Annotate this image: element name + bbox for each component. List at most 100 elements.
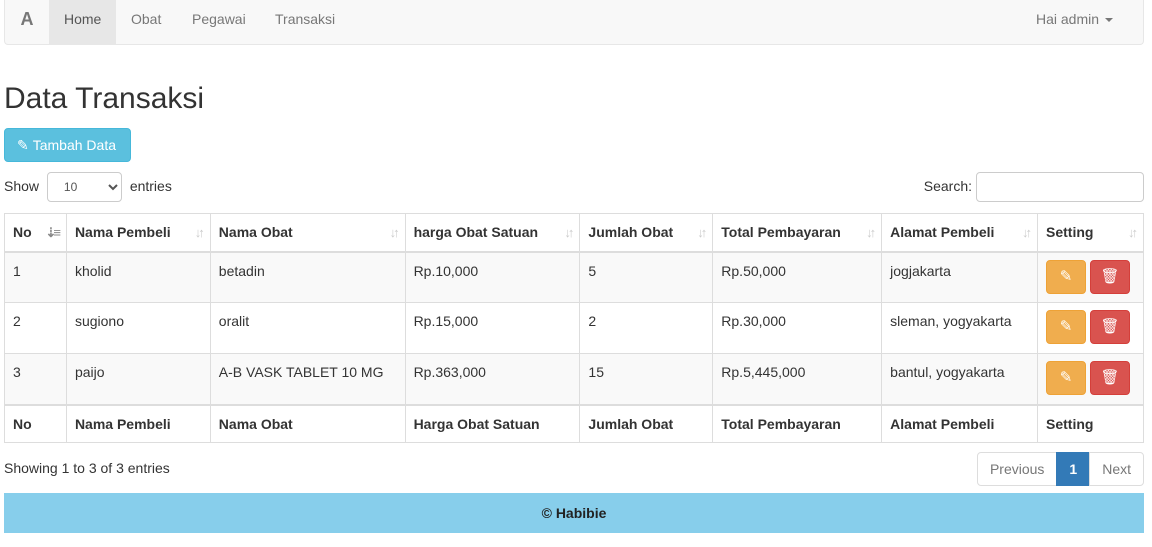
table-row: 1 kholid betadin Rp.10,000 5 Rp.50,000 j…: [4, 251, 1144, 303]
col-header-label: Alamat Pembeli: [890, 224, 995, 241]
trash-icon: 🗑: [1100, 267, 1120, 285]
col-header[interactable]: Alamat Pembeli ↓↑: [881, 213, 1039, 253]
cell-quantity: 5: [579, 251, 714, 303]
delete-button[interactable]: 🗑: [1090, 259, 1131, 294]
col-header[interactable]: Nama Pembeli ↓↑: [65, 213, 211, 253]
col-header-label: No: [13, 224, 32, 241]
trash-icon: 🗑: [1100, 318, 1120, 335]
col-header[interactable]: Jumlah Obat ↓↑: [579, 213, 714, 253]
navbar: A Home Obat Pegawai Transaksi Hai admin: [4, 0, 1144, 45]
sort-icon: ↓↑: [564, 225, 574, 240]
cell-quantity: 15: [579, 353, 714, 405]
col-header-label: harga Obat Satuan: [413, 224, 539, 241]
user-menu[interactable]: Hai admin: [1036, 0, 1113, 44]
col-footer: No: [4, 403, 67, 443]
cell-no: 2: [4, 302, 67, 354]
cell-medicine: betadin: [209, 251, 406, 303]
sort-icon: ↓↑: [194, 225, 205, 240]
col-footer: Alamat Pembeli: [881, 403, 1039, 443]
col-header-label: Nama Obat: [218, 224, 293, 241]
col-footer: Nama Obat: [209, 403, 406, 443]
nav-obat[interactable]: Obat: [116, 0, 176, 44]
cell-setting: ✎ 🗑: [1037, 302, 1144, 354]
cell-setting: ✎ 🗑: [1037, 353, 1144, 405]
cell-unit-price: Rp.10,000: [404, 251, 581, 303]
cell-total: Rp.50,000: [712, 251, 883, 303]
delete-button[interactable]: 🗑: [1090, 361, 1131, 395]
col-header[interactable]: Nama Obat ↓↑: [209, 213, 406, 253]
edit-button[interactable]: ✎: [1046, 310, 1087, 344]
col-header-label: Total Pembayaran: [721, 224, 841, 241]
search-input[interactable]: [976, 172, 1144, 202]
col-footer: Setting: [1037, 403, 1144, 443]
cell-buyer: paijo: [65, 353, 211, 405]
sort-icon: ↓↑: [697, 225, 707, 240]
col-header[interactable]: No ⇣≡: [4, 213, 67, 253]
sort-icon: ↓↑: [389, 225, 400, 240]
cell-unit-price: Rp.15,000: [404, 302, 581, 354]
col-footer: Total Pembayaran: [712, 403, 883, 443]
next-button[interactable]: Next: [1089, 452, 1144, 486]
page-button-current[interactable]: 1: [1056, 452, 1091, 486]
user-menu-label: Hai admin: [1035, 11, 1099, 27]
table-header-row: No ⇣≡ Nama Pembeli ↓↑ Nama Obat ↓↑ harga Ob…: [4, 213, 1144, 253]
sort-icon: ↓↑: [866, 225, 876, 240]
cell-buyer: kholid: [65, 251, 211, 303]
trash-icon: 🗑: [1100, 369, 1120, 386]
cell-address: jogjakarta: [881, 251, 1039, 303]
entries-length: Show 10 entries: [4, 172, 172, 202]
search-label: Search:: [923, 178, 972, 194]
col-header-label: Jumlah Obat: [588, 224, 674, 241]
col-header[interactable]: harga Obat Satuan ↓↑: [404, 213, 581, 253]
edit-button[interactable]: ✎: [1046, 361, 1087, 395]
caret-down-icon: [1105, 18, 1113, 23]
col-footer: Nama Pembeli: [65, 403, 211, 443]
edit-button[interactable]: ✎: [1046, 259, 1087, 294]
table-row: 2 sugiono oralit Rp.15,000 2 Rp.30,000 s…: [4, 302, 1144, 354]
cell-unit-price: Rp.363,000: [404, 353, 581, 405]
footer: © Habibie: [4, 493, 1144, 533]
brand-logo[interactable]: A: [5, 0, 49, 44]
pencil-icon: ✎: [1059, 369, 1073, 386]
col-header-label: Setting: [1046, 224, 1094, 241]
table-info: Showing 1 to 3 of 3 entries: [4, 460, 170, 476]
pagination: Previous 1 Next: [976, 452, 1144, 486]
add-data-label: Tambah Data: [32, 137, 117, 153]
previous-button[interactable]: Previous: [976, 452, 1058, 486]
show-label: Show: [4, 178, 40, 194]
cell-buyer: sugiono: [65, 302, 211, 354]
entries-label: entries: [129, 178, 172, 194]
search-box: Search:: [924, 172, 1144, 202]
col-footer: Jumlah Obat: [579, 403, 714, 443]
sort-icon: ↓↑: [1128, 225, 1138, 240]
pencil-icon: ✎: [1059, 267, 1073, 285]
pencil-icon: ✎: [1059, 318, 1073, 335]
cell-no: 3: [4, 353, 67, 405]
cell-total: Rp.5,445,000: [712, 353, 883, 405]
cell-quantity: 2: [579, 302, 714, 354]
cell-address: sleman, yogyakarta: [881, 302, 1039, 354]
sort-icon: ↓↑: [1022, 225, 1032, 240]
col-header[interactable]: Setting ↓↑: [1037, 213, 1144, 253]
transactions-table: No ⇣≡ Nama Pembeli ↓↑ Nama Obat ↓↑ harga Ob…: [4, 213, 1144, 443]
cell-address: bantul, yogyakarta: [881, 353, 1039, 405]
nav-transaksi[interactable]: Transaksi: [260, 0, 350, 44]
table-footer-row: No Nama Pembeli Nama Obat Harga Obat Sat…: [4, 403, 1144, 443]
page-title: Data Transaksi: [4, 82, 205, 115]
nav-pegawai[interactable]: Pegawai: [177, 0, 261, 44]
pencil-icon: ✎: [17, 137, 29, 153]
cell-total: Rp.30,000: [712, 302, 883, 354]
delete-button[interactable]: 🗑: [1090, 310, 1131, 344]
col-header[interactable]: Total Pembayaran ↓↑: [712, 213, 883, 253]
table-row: 3 paijo A-B VASK TABLET 10 MG Rp.363,000…: [4, 353, 1144, 405]
nav-home[interactable]: Home: [49, 0, 117, 44]
sort-asc-icon: ⇣≡: [45, 225, 61, 240]
cell-setting: ✎ 🗑: [1037, 251, 1144, 303]
add-data-button[interactable]: ✎ Tambah Data: [4, 128, 131, 162]
cell-medicine: oralit: [209, 302, 406, 354]
col-header-label: Nama Pembeli: [74, 224, 171, 241]
cell-no: 1: [4, 251, 67, 303]
cell-medicine: A-B VASK TABLET 10 MG: [209, 353, 406, 405]
entries-select[interactable]: 10: [46, 172, 122, 202]
col-footer: Harga Obat Satuan: [404, 403, 581, 443]
